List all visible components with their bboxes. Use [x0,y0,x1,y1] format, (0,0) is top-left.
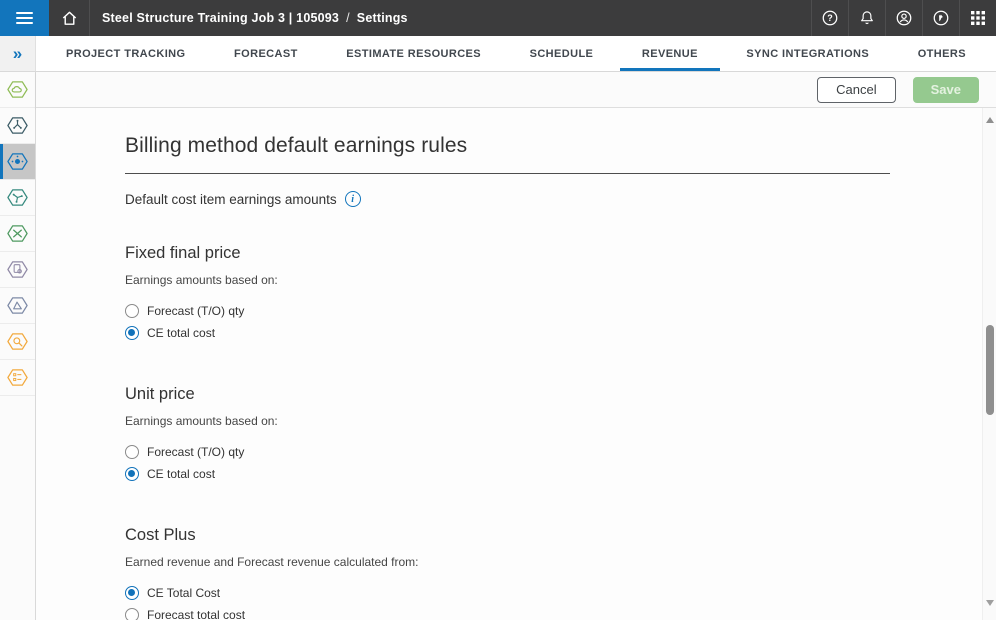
cancel-button[interactable]: Cancel [817,77,895,103]
radio-option-forecast-total-cost[interactable]: Forecast total cost [125,604,996,620]
section-description: Earnings amounts based on: [125,273,996,287]
sidebar-item-analytics[interactable] [0,180,35,216]
help-icon[interactable]: ? [811,0,848,36]
section-heading: Unit price [125,385,996,404]
radio-option-ce-total-cost[interactable]: CE total cost [125,463,996,485]
account-icon[interactable] [885,0,922,36]
page-title: Billing method default earnings rules [125,134,996,158]
radio-label: CE total cost [147,326,215,340]
breadcrumb: Steel Structure Training Job 3 | 105093 … [90,11,408,25]
radio-label: CE total cost [147,467,215,481]
scroll-down-arrow-icon[interactable] [986,600,994,606]
topbar-actions: ? [811,0,996,36]
analytics-icon [6,186,29,209]
radio-button[interactable] [125,304,139,318]
tabs: PROJECT TRACKING FORECAST ESTIMATE RESOU… [36,36,996,71]
tab-estimate-resources[interactable]: ESTIMATE RESOURCES [324,36,503,71]
radio-group-unit-price: Forecast (T/O) qty CE total cost [125,441,996,485]
subtitle-row: Default cost item earnings amounts i [125,191,996,207]
module-sidebar [0,72,36,620]
radio-label: Forecast (T/O) qty [147,304,244,318]
section-description: Earnings amounts based on: [125,414,996,428]
subtitle-label: Default cost item earnings amounts [125,192,337,207]
radio-button[interactable] [125,608,139,620]
radio-label: Forecast total cost [147,608,245,620]
svg-text:?: ? [827,13,833,23]
settings-content-panel: Billing method default earnings rules De… [36,108,996,620]
section-unit-price: Unit price Earnings amounts based on: Fo… [125,385,996,485]
tab-sync-integrations[interactable]: SYNC INTEGRATIONS [724,36,891,71]
radio-button[interactable] [125,586,139,600]
sidebar-item-document[interactable] [0,252,35,288]
breadcrumb-separator: / [346,11,350,25]
home-icon[interactable] [49,0,89,36]
sidebar-item-cloud[interactable] [0,72,35,108]
title-divider [125,173,890,174]
tab-revenue[interactable]: REVENUE [620,36,720,71]
radio-group-fixed-final-price: Forecast (T/O) qty CE total cost [125,300,996,344]
document-icon [6,258,29,281]
breadcrumb-project[interactable]: Steel Structure Training Job 3 | 105093 [102,11,339,25]
cloud-icon [6,78,29,101]
sidebar-item-control[interactable] [0,144,35,180]
radio-label: Forecast (T/O) qty [147,445,244,459]
radio-button[interactable] [125,467,139,481]
control-icon [6,150,29,173]
radio-button[interactable] [125,326,139,340]
section-fixed-final-price: Fixed final price Earnings amounts based… [125,244,996,344]
sidebar-item-explore[interactable] [0,324,35,360]
scrollbar-thumb[interactable] [986,325,994,415]
tab-forecast[interactable]: FORECAST [212,36,320,71]
radio-group-cost-plus: CE Total Cost Forecast total cost [125,582,996,620]
tab-project-tracking[interactable]: PROJECT TRACKING [44,36,207,71]
workflow-icon [6,114,29,137]
save-button[interactable]: Save [913,77,979,103]
design-icon [6,294,29,317]
settings-tab-bar: » PROJECT TRACKING FORECAST ESTIMATE RES… [0,36,996,72]
radio-option-forecast-qty[interactable]: Forecast (T/O) qty [125,300,996,322]
sidebar-item-tools[interactable] [0,216,35,252]
radio-button[interactable] [125,445,139,459]
breadcrumb-page: Settings [357,11,408,25]
explore-icon [6,330,29,353]
scroll-up-arrow-icon[interactable] [986,117,994,123]
tab-others[interactable]: OTHERS [896,36,988,71]
sidebar-item-workflow[interactable] [0,108,35,144]
radio-option-ce-total-cost[interactable]: CE Total Cost [125,582,996,604]
section-description: Earned revenue and Forecast revenue calc… [125,555,996,569]
section-heading: Cost Plus [125,526,996,545]
radio-option-forecast-qty[interactable]: Forecast (T/O) qty [125,441,996,463]
tools-icon [6,222,29,245]
checklist-icon [6,366,29,389]
top-app-bar: Steel Structure Training Job 3 | 105093 … [0,0,996,36]
vertical-scrollbar[interactable] [982,108,996,620]
hamburger-menu-icon[interactable] [0,0,49,36]
sidebar-item-checklist[interactable] [0,360,35,396]
app-grid-icon[interactable] [959,0,996,36]
sidebar-item-design[interactable] [0,288,35,324]
section-heading: Fixed final price [125,244,996,263]
tab-schedule[interactable]: SCHEDULE [508,36,616,71]
section-cost-plus: Cost Plus Earned revenue and Forecast re… [125,526,996,620]
ineight-logo-icon[interactable] [922,0,959,36]
radio-label: CE Total Cost [147,586,220,600]
action-bar: Cancel Save [36,72,996,108]
notifications-bell-icon[interactable] [848,0,885,36]
billing-method-page: Billing method default earnings rules De… [36,108,996,620]
radio-option-ce-total-cost[interactable]: CE total cost [125,322,996,344]
sidebar-expand-icon[interactable]: » [0,36,36,71]
info-icon[interactable]: i [345,191,361,207]
